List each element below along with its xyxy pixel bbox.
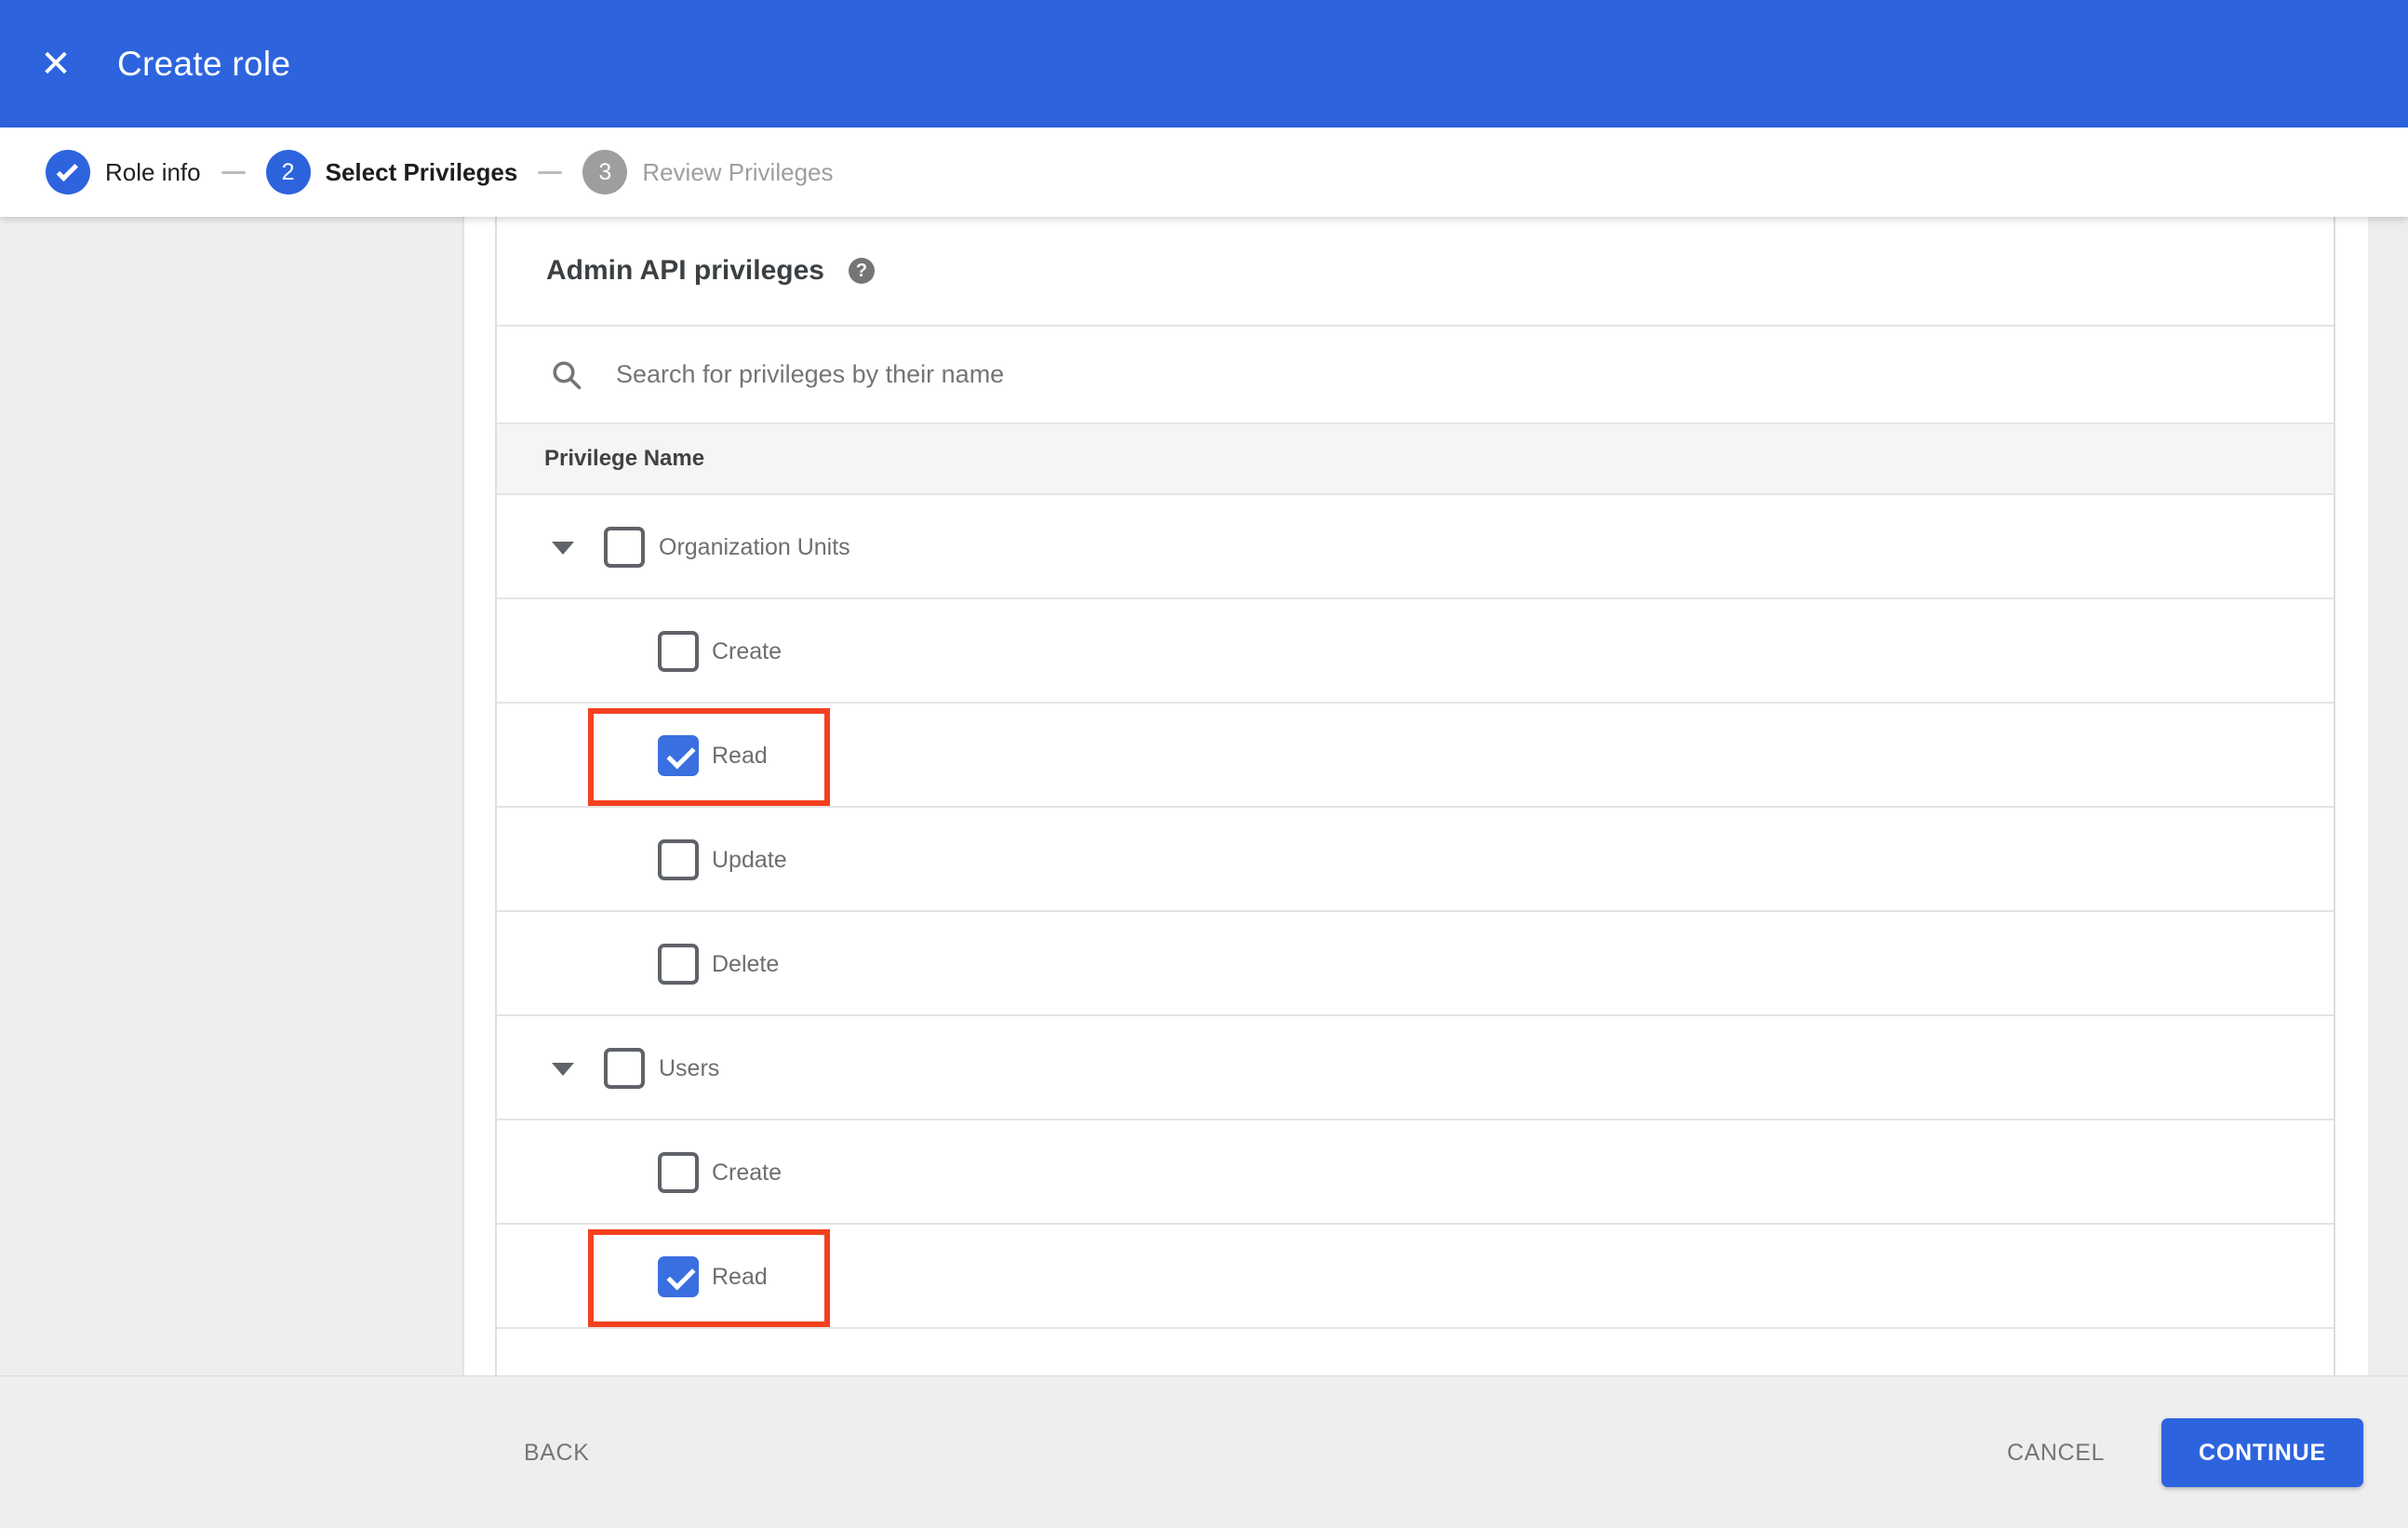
continue-button[interactable]: CONTINUE — [2161, 1418, 2363, 1487]
table-row: Read — [497, 704, 2334, 808]
dialog-title: Create role — [117, 44, 291, 83]
step1-complete-icon — [46, 150, 90, 194]
chevron-down-icon[interactable] — [552, 1063, 574, 1076]
create-checkbox[interactable] — [658, 631, 699, 672]
close-icon[interactable]: ✕ — [28, 36, 84, 92]
row-label: Users — [659, 1054, 720, 1081]
row-label: Create — [712, 637, 783, 664]
chevron-down-icon[interactable] — [552, 542, 574, 555]
row-label: Read — [712, 1263, 768, 1290]
step-divider — [221, 170, 246, 174]
scrollbar-track[interactable] — [2368, 217, 2408, 1375]
panel-title: Admin API privileges — [546, 255, 824, 286]
search-icon — [553, 360, 582, 389]
table-header: Privilege Name — [497, 424, 2334, 495]
update-checkbox[interactable] — [658, 839, 699, 880]
back-button[interactable]: BACK — [516, 1376, 596, 1529]
table-row: Create — [497, 1120, 2334, 1225]
help-icon[interactable]: ? — [848, 258, 875, 284]
table-row: Delete — [497, 912, 2334, 1016]
table-row: Organization Units — [497, 495, 2334, 599]
step-review-privileges: 3 Review Privileges — [582, 150, 834, 194]
highlight-annotation-box — [588, 1229, 830, 1327]
step-role-info[interactable]: Role info — [46, 150, 201, 194]
step-divider — [538, 170, 563, 174]
search-input[interactable] — [616, 346, 2334, 403]
row-label: Read — [712, 742, 768, 769]
table-row: Users — [497, 1016, 2334, 1120]
row-label: Create — [712, 1159, 783, 1186]
privileges-panel: Admin API privileges ? Privilege Name Or… — [495, 217, 2335, 1375]
table-row: Read — [497, 1225, 2334, 1329]
check-icon — [56, 159, 78, 181]
step3-number-badge: 3 — [582, 150, 628, 194]
search-row — [497, 327, 2334, 424]
table-row: Update — [497, 808, 2334, 912]
table-row — [497, 1329, 2334, 1374]
highlight-annotation-box — [588, 708, 830, 806]
row-label: Update — [712, 846, 787, 873]
step-select-privileges[interactable]: 2 Select Privileges — [265, 150, 518, 194]
step2-label: Select Privileges — [325, 157, 518, 186]
row-label: Delete — [712, 950, 780, 977]
step3-label: Review Privileges — [642, 157, 834, 186]
read-checkbox[interactable] — [658, 1256, 699, 1297]
left-sidebar — [0, 217, 464, 1375]
step2-number-badge: 2 — [265, 150, 311, 194]
create-checkbox[interactable] — [658, 1152, 699, 1193]
stepper: Role info 2 Select Privileges 3 Review P… — [0, 127, 2408, 217]
users-checkbox[interactable] — [604, 1048, 645, 1089]
panel-heading: Admin API privileges ? — [497, 217, 2334, 327]
delete-checkbox[interactable] — [658, 944, 699, 985]
step1-label: Role info — [105, 157, 201, 186]
table-row: Create — [497, 599, 2334, 704]
footer-bar: BACK CANCEL CONTINUE — [0, 1375, 2408, 1528]
read-checkbox[interactable] — [658, 735, 699, 776]
table-header-label: Privilege Name — [544, 446, 705, 471]
organization-units-checkbox[interactable] — [604, 527, 645, 568]
cancel-button[interactable]: CANCEL — [2000, 1376, 2112, 1529]
row-label: Organization Units — [659, 533, 850, 560]
app-bar: ✕ Create role — [0, 0, 2408, 127]
